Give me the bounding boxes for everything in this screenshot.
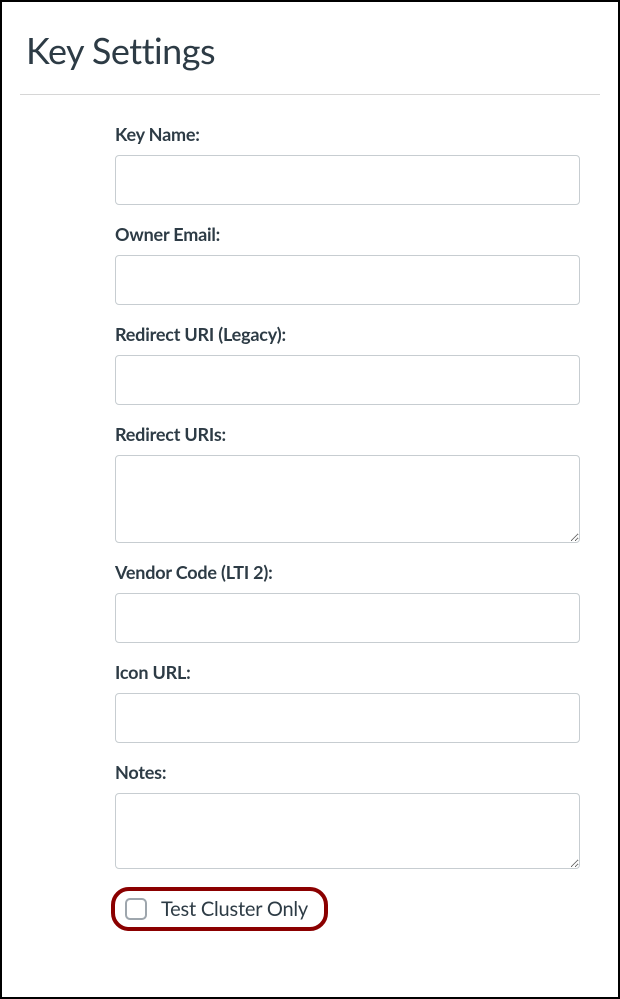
test-cluster-row: Test Cluster Only xyxy=(115,887,580,931)
key-settings-panel: Key Settings Key Name: Owner Email: Redi… xyxy=(0,0,620,999)
redirect-uri-legacy-input[interactable] xyxy=(115,355,580,405)
owner-email-label: Owner Email: xyxy=(115,223,580,245)
test-cluster-checkbox[interactable] xyxy=(125,898,147,920)
key-name-input[interactable] xyxy=(115,155,580,205)
redirect-uris-input[interactable] xyxy=(115,455,580,543)
field-vendor-code: Vendor Code (LTI 2): xyxy=(115,561,580,643)
form-area: Key Name: Owner Email: Redirect URI (Leg… xyxy=(20,123,600,931)
field-redirect-uris: Redirect URIs: xyxy=(115,423,580,543)
redirect-uri-legacy-label: Redirect URI (Legacy): xyxy=(115,323,580,345)
field-owner-email: Owner Email: xyxy=(115,223,580,305)
notes-input[interactable] xyxy=(115,793,580,869)
redirect-uris-label: Redirect URIs: xyxy=(115,423,580,445)
field-icon-url: Icon URL: xyxy=(115,661,580,743)
page-title: Key Settings xyxy=(20,28,600,72)
notes-label: Notes: xyxy=(115,761,580,783)
test-cluster-label[interactable]: Test Cluster Only xyxy=(161,897,308,921)
vendor-code-label: Vendor Code (LTI 2): xyxy=(115,561,580,583)
field-notes: Notes: xyxy=(115,761,580,869)
test-cluster-highlight: Test Cluster Only xyxy=(111,887,328,931)
key-name-label: Key Name: xyxy=(115,123,580,145)
owner-email-input[interactable] xyxy=(115,255,580,305)
field-redirect-uri-legacy: Redirect URI (Legacy): xyxy=(115,323,580,405)
vendor-code-input[interactable] xyxy=(115,593,580,643)
field-key-name: Key Name: xyxy=(115,123,580,205)
header-divider xyxy=(20,94,600,95)
icon-url-input[interactable] xyxy=(115,693,580,743)
icon-url-label: Icon URL: xyxy=(115,661,580,683)
